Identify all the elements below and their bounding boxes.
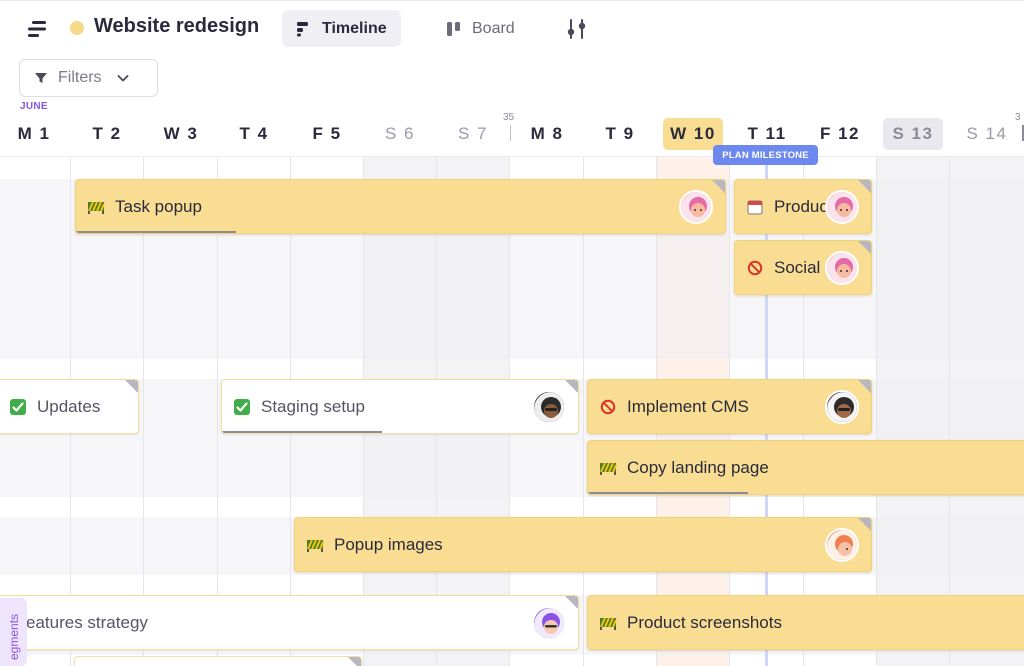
task-card-product-screenshots[interactable]: Product screenshots [587,595,1024,650]
task-card-updates[interactable]: Updates [0,379,139,434]
assignee-avatar[interactable] [679,190,713,224]
assignee-avatar[interactable] [825,190,859,224]
day-header-m1[interactable]: M 1 [4,118,64,150]
task-card-task-popup[interactable]: Task popup [75,179,726,234]
calendar-icon [746,198,764,216]
tab-board[interactable]: Board [432,10,529,47]
blocked-icon [599,398,617,416]
project-color-dot [70,21,84,35]
in-progress-icon [306,536,324,554]
tab-timeline[interactable]: Timeline [282,10,401,47]
assignee-avatar[interactable] [532,606,566,640]
segments-tab[interactable]: egments [0,598,27,666]
chevron-down-icon [117,75,128,82]
day-header-s6[interactable]: S 6 [370,118,430,150]
week-divider [510,125,511,141]
day-header-t2[interactable]: T 2 [77,118,137,150]
week-number: 35 [503,112,515,123]
tab-timeline-label: Timeline [322,19,387,37]
tab-board-label: Board [472,19,515,37]
day-header-t9[interactable]: T 9 [590,118,650,150]
done-check-icon [9,398,27,416]
in-progress-icon [599,459,617,477]
plan-milestone-button[interactable]: PLAN MILESTONE [713,145,818,165]
task-label: Social [774,257,821,277]
timeline-icon [297,21,308,36]
blocked-icon [746,259,764,277]
project-title: Website redesign [94,15,260,37]
task-card-implement-cms[interactable]: Implement CMS [587,379,872,434]
task-label: Updates [37,396,101,416]
in-progress-icon [599,614,617,632]
day-header-t4[interactable]: T 4 [224,118,284,150]
task-label: Produc [774,196,828,216]
filters-button[interactable]: Filters [19,59,158,97]
assignee-avatar[interactable] [532,390,566,424]
task-card-copy-landing-page[interactable]: Copy landing page [587,440,1024,495]
task-card-features-strategy[interactable]: eatures strategy [0,595,579,650]
task-label: Task popup [115,196,202,216]
task-label: Copy landing page [627,457,769,477]
month-label: JUNE [20,101,48,112]
day-header-s7[interactable]: S 7 [443,118,503,150]
filters-label: Filters [58,69,102,86]
day-header-s13[interactable]: S 13 [883,118,943,150]
task-card-social[interactable]: Social [734,240,872,295]
assignee-avatar[interactable] [825,528,859,562]
day-header-w3[interactable]: W 3 [151,118,211,150]
task-label: Product screenshots [627,612,782,632]
task-label: Staging setup [261,396,365,416]
board-icon [447,21,460,36]
task-label: eatures strategy [26,612,148,632]
task-card-popup-images[interactable]: Popup images [294,517,872,572]
day-header-f12[interactable]: F 12 [810,118,870,150]
done-check-icon [233,398,251,416]
assignee-avatar[interactable] [825,390,859,424]
task-card-partial[interactable] [74,656,362,666]
day-header-f5[interactable]: F 5 [297,118,357,150]
assignee-avatar[interactable] [825,251,859,285]
view-settings-icon[interactable] [566,17,588,41]
top-bar: Website redesign Timeline Board [0,0,1024,56]
task-label: Popup images [334,534,443,554]
day-header-m8[interactable]: M 8 [517,118,577,150]
menu-icon[interactable] [26,19,48,39]
task-card-staging-setup[interactable]: Staging setup [221,379,579,434]
day-header-s14[interactable]: S 14 [957,118,1017,150]
task-card-product[interactable]: Produc [734,179,872,234]
task-label: Implement CMS [627,396,749,416]
segments-label: egments [7,613,21,660]
in-progress-icon [87,198,105,216]
filter-icon [35,73,47,83]
